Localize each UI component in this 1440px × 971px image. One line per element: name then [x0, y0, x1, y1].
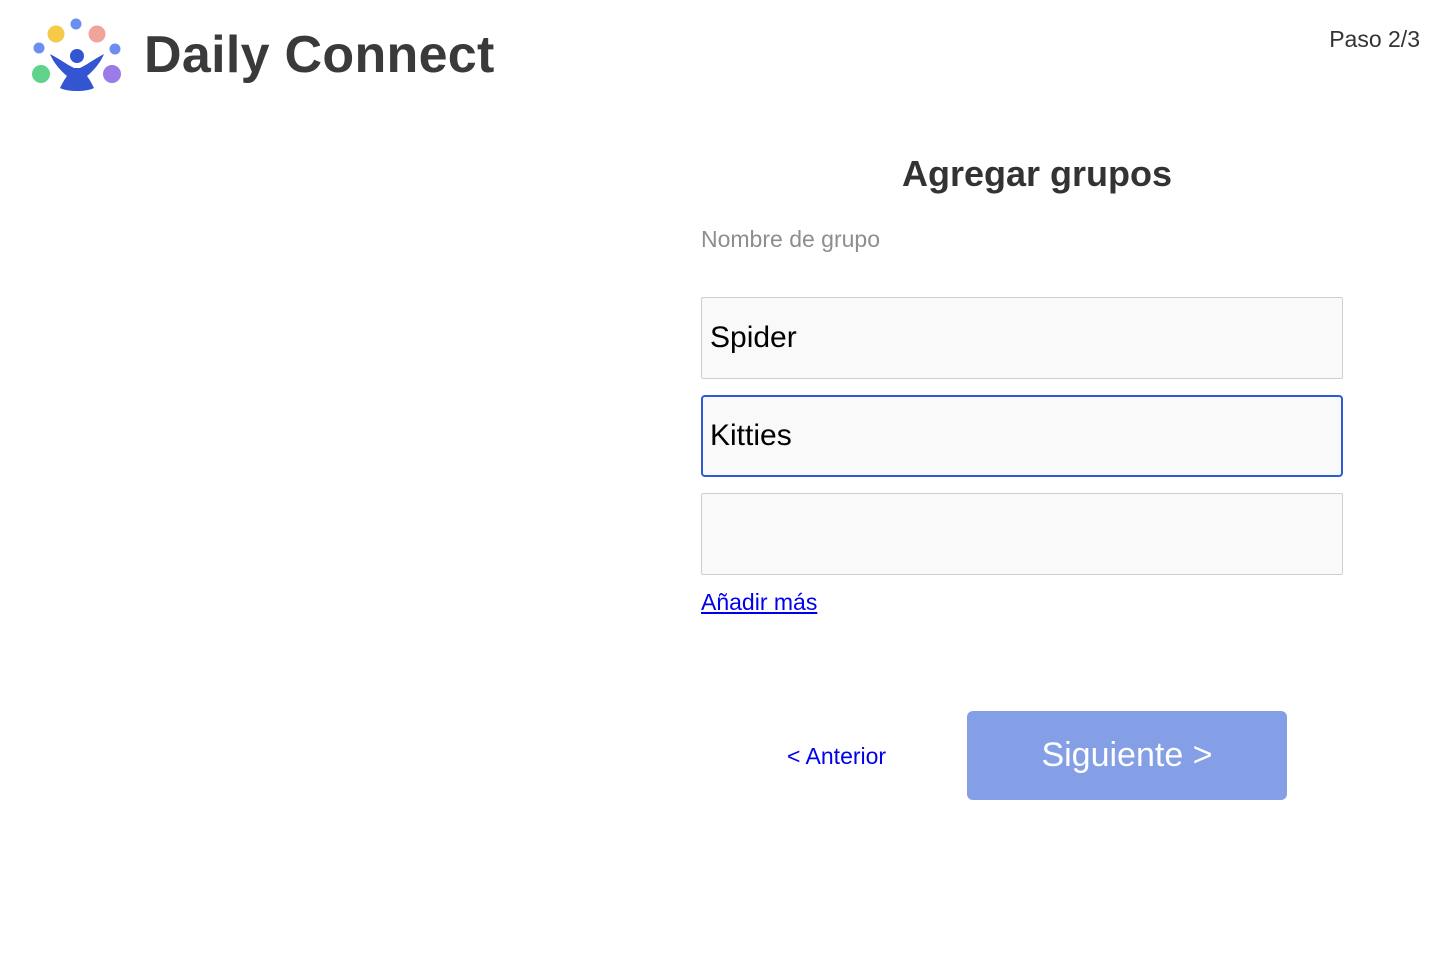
brand-logo: Daily Connect [30, 18, 495, 94]
add-groups-form: Agregar grupos Nombre de grupo Añadir má… [701, 150, 1343, 616]
daily-connect-logo-icon [32, 18, 121, 91]
add-more-link[interactable]: Añadir más [701, 589, 817, 616]
group-name-input-2[interactable] [701, 395, 1343, 477]
group-inputs [701, 297, 1343, 575]
wizard-navigation: < Anterior Siguiente > [701, 711, 1343, 800]
brand-name: Daily Connect [144, 26, 495, 84]
group-name-label: Nombre de grupo [701, 226, 880, 252]
page-title: Agregar grupos [901, 153, 1173, 194]
step-indicator: Paso 2/3 [1329, 26, 1420, 52]
previous-link[interactable]: < Anterior [787, 743, 886, 770]
page: Daily Connect Paso 2/3 Agregar grupos No… [0, 0, 1440, 971]
group-name-input-3[interactable] [701, 493, 1343, 575]
group-name-input-1[interactable] [701, 297, 1343, 379]
next-button[interactable]: Siguiente > [967, 711, 1287, 800]
